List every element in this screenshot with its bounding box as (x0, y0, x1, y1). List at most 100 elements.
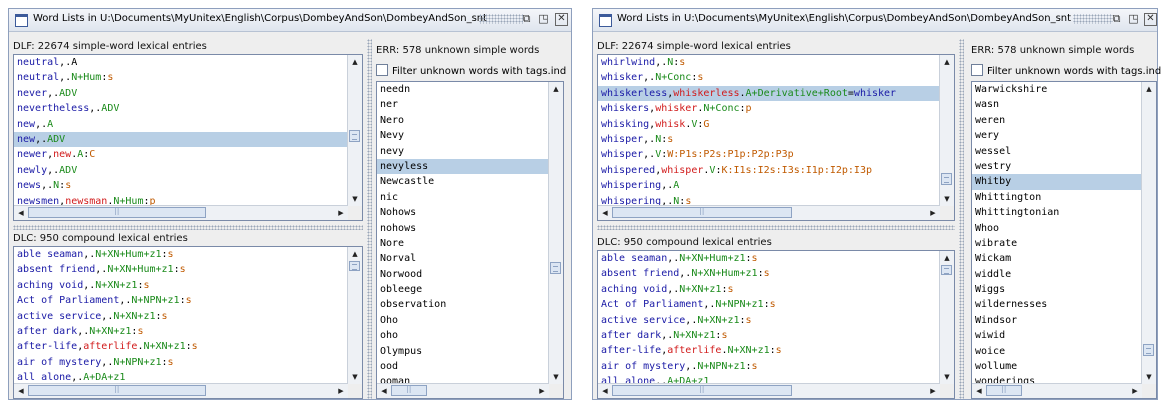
unknown-word-item[interactable]: observation (377, 297, 549, 312)
window-title-bar[interactable]: Word Lists in U:\Documents\MyUnitex\Engl… (593, 9, 1157, 32)
scroll-thumb[interactable] (941, 265, 952, 275)
unknown-word-item[interactable]: woice (972, 344, 1142, 359)
unknown-word-item[interactable]: nohows (377, 221, 549, 236)
scroll-up-icon[interactable]: ▲ (348, 55, 362, 69)
lexical-entry-row[interactable]: new,.A (14, 117, 348, 132)
err-horizontal-scrollbar[interactable]: ◀ ▶ (972, 383, 1142, 398)
unknown-word-item[interactable]: widdle (972, 267, 1142, 282)
err-vertical-scrollbar[interactable]: ▲ ▼ (1141, 82, 1156, 384)
scroll-right-icon[interactable]: ▶ (926, 384, 940, 398)
unknown-word-item[interactable]: Whitby (972, 174, 1142, 190)
lexical-entry-row[interactable]: whiskers,whisker.N+Conc:p (598, 101, 940, 116)
restore-icon[interactable]: ⧉ (1109, 12, 1124, 27)
scroll-left-icon[interactable]: ◀ (377, 384, 391, 398)
unknown-word-item[interactable]: Warwickshire (972, 82, 1142, 97)
scroll-left-icon[interactable]: ◀ (598, 206, 612, 220)
unknown-word-item[interactable]: Whittington (972, 190, 1142, 205)
unknown-word-item[interactable]: needn (377, 82, 549, 97)
dlc-horizontal-scrollbar[interactable]: ◀ ▶ (598, 383, 940, 398)
lexical-entry-row[interactable]: whisker,.N+Conc:s (598, 70, 940, 85)
scroll-down-icon[interactable]: ▼ (549, 370, 563, 384)
lexical-entry-row[interactable]: whisper,.V:W:P1s:P2s:P1p:P2p:P3p (598, 147, 940, 162)
unknown-word-item[interactable]: ood (377, 359, 549, 374)
lexical-entry-row[interactable]: whisking,whisk.V:G (598, 117, 940, 132)
scroll-up-icon[interactable]: ▲ (348, 247, 362, 261)
unknown-word-item[interactable]: nevyless (377, 158, 549, 175)
unknown-word-item[interactable]: nic (377, 190, 549, 205)
unknown-word-item[interactable]: wibrate (972, 236, 1142, 251)
hscroll-thumb[interactable] (391, 384, 427, 396)
unknown-word-item[interactable]: Newcastle (377, 174, 549, 189)
lexical-entry-row[interactable]: whisper,.N:s (598, 132, 940, 147)
lexical-entry-row[interactable]: able seaman,.N+XN+Hum+z1:s (14, 247, 348, 262)
filter-checkbox[interactable]: Filter unknown words with tags.ind (376, 64, 566, 77)
lexical-entry-row[interactable]: able seaman,.N+XN+Hum+z1:s (598, 251, 940, 266)
lexical-entry-row[interactable]: nevertheless,.ADV (14, 101, 348, 116)
close-icon[interactable]: ✕ (1144, 13, 1157, 26)
lexical-entry-row[interactable]: Act of Parliament,.N+NPN+z1:s (14, 293, 348, 308)
unknown-word-item[interactable]: wessel (972, 144, 1142, 159)
restore-icon[interactable]: ⧉ (519, 12, 534, 27)
scroll-down-icon[interactable]: ▼ (348, 192, 362, 206)
unknown-word-item[interactable]: Wiggs (972, 282, 1142, 297)
err-list[interactable]: Warwickshire wasn weren wery wessel westry Whi… (971, 81, 1157, 399)
vertical-splitter[interactable] (959, 39, 964, 399)
close-icon[interactable]: ✕ (555, 13, 568, 26)
dlc-list[interactable]: able seaman,.N+XN+Hum+z1:s absent friend,… (13, 246, 363, 399)
unknown-word-item[interactable]: Nohows (377, 205, 549, 220)
hscroll-thumb[interactable] (28, 384, 206, 396)
unknown-word-item[interactable]: nevy (377, 144, 549, 159)
scroll-up-icon[interactable]: ▲ (940, 251, 954, 265)
lexical-entry-row[interactable]: aching void,.N+XN+z1:s (14, 278, 348, 293)
err-vertical-scrollbar[interactable]: ▲ ▼ (548, 82, 563, 384)
scroll-up-icon[interactable]: ▲ (940, 55, 954, 69)
lexical-entry-row[interactable]: newly,.ADV (14, 163, 348, 178)
lexical-entry-row[interactable]: air of mystery,.N+NPN+z1:s (598, 359, 940, 374)
lexical-entry-row[interactable]: after dark,.N+XN+z1:s (14, 324, 348, 339)
scroll-left-icon[interactable]: ◀ (972, 384, 986, 398)
unknown-word-item[interactable]: wollume (972, 359, 1142, 374)
unknown-word-item[interactable]: Nevy (377, 128, 549, 143)
lexical-entry-row[interactable]: after dark,.N+XN+z1:s (598, 328, 940, 343)
unknown-word-item[interactable]: Oho (377, 313, 549, 328)
unknown-word-item[interactable]: Olympus (377, 344, 549, 359)
lexical-entry-row[interactable]: absent friend,.N+XN+Hum+z1:s (14, 262, 348, 277)
lexical-entry-row[interactable]: never,.ADV (14, 86, 348, 101)
dlf-vertical-scrollbar[interactable]: ▲ ▼ (347, 55, 362, 206)
lexical-entry-row[interactable]: neutral,.A (14, 55, 348, 70)
lexical-entry-row[interactable]: new,.ADV (14, 131, 348, 148)
lexical-entry-row[interactable]: absent friend,.N+XN+Hum+z1:s (598, 266, 940, 281)
hscroll-thumb[interactable] (612, 384, 792, 396)
lexical-entry-row[interactable]: Act of Parliament,.N+NPN+z1:s (598, 297, 940, 312)
dlf-vertical-scrollbar[interactable]: ▲ ▼ (939, 55, 954, 206)
lexical-entry-row[interactable]: after-life,afterlife.N+XN+z1:s (14, 339, 348, 354)
lexical-entry-row[interactable]: air of mystery,.N+NPN+z1:s (14, 355, 348, 370)
hscroll-thumb[interactable] (986, 384, 1022, 396)
lexical-entry-row[interactable]: after-life,afterlife.N+XN+z1:s (598, 343, 940, 358)
maximize-icon[interactable]: ◳ (536, 12, 551, 27)
scroll-right-icon[interactable]: ▶ (1128, 384, 1142, 398)
filter-checkbox[interactable]: Filter unknown words with tags.ind (971, 64, 1161, 77)
lexical-entry-row[interactable]: aching void,.N+XN+z1:s (598, 282, 940, 297)
horizontal-splitter[interactable] (597, 225, 955, 230)
dlf-horizontal-scrollbar[interactable]: ◀ ▶ (14, 205, 348, 220)
err-list[interactable]: needn ner Nero Nevy nevy nevyless Newcastle nic… (376, 81, 564, 399)
scroll-right-icon[interactable]: ▶ (535, 384, 549, 398)
scroll-thumb[interactable] (941, 173, 952, 185)
scroll-left-icon[interactable]: ◀ (598, 384, 612, 398)
dlf-horizontal-scrollbar[interactable]: ◀ ▶ (598, 205, 940, 220)
unknown-word-item[interactable]: Whittingtonian (972, 205, 1142, 220)
scroll-up-icon[interactable]: ▲ (549, 82, 563, 96)
scroll-thumb[interactable] (550, 262, 561, 274)
checkbox-box[interactable] (376, 64, 388, 76)
err-horizontal-scrollbar[interactable]: ◀ ▶ (377, 383, 549, 398)
scroll-down-icon[interactable]: ▼ (940, 192, 954, 206)
lexical-entry-row[interactable]: active service,.N+XN+z1:s (598, 313, 940, 328)
dlc-horizontal-scrollbar[interactable]: ◀ ▶ (14, 383, 348, 398)
scroll-thumb[interactable] (349, 261, 360, 271)
unknown-word-item[interactable]: ner (377, 97, 549, 112)
unknown-word-item[interactable]: wasn (972, 97, 1142, 112)
unknown-word-item[interactable]: Nore (377, 236, 549, 251)
lexical-entry-row[interactable]: all alone,.A+DA+z1 (14, 370, 348, 384)
dlc-vertical-scrollbar[interactable]: ▲ ▼ (939, 251, 954, 384)
